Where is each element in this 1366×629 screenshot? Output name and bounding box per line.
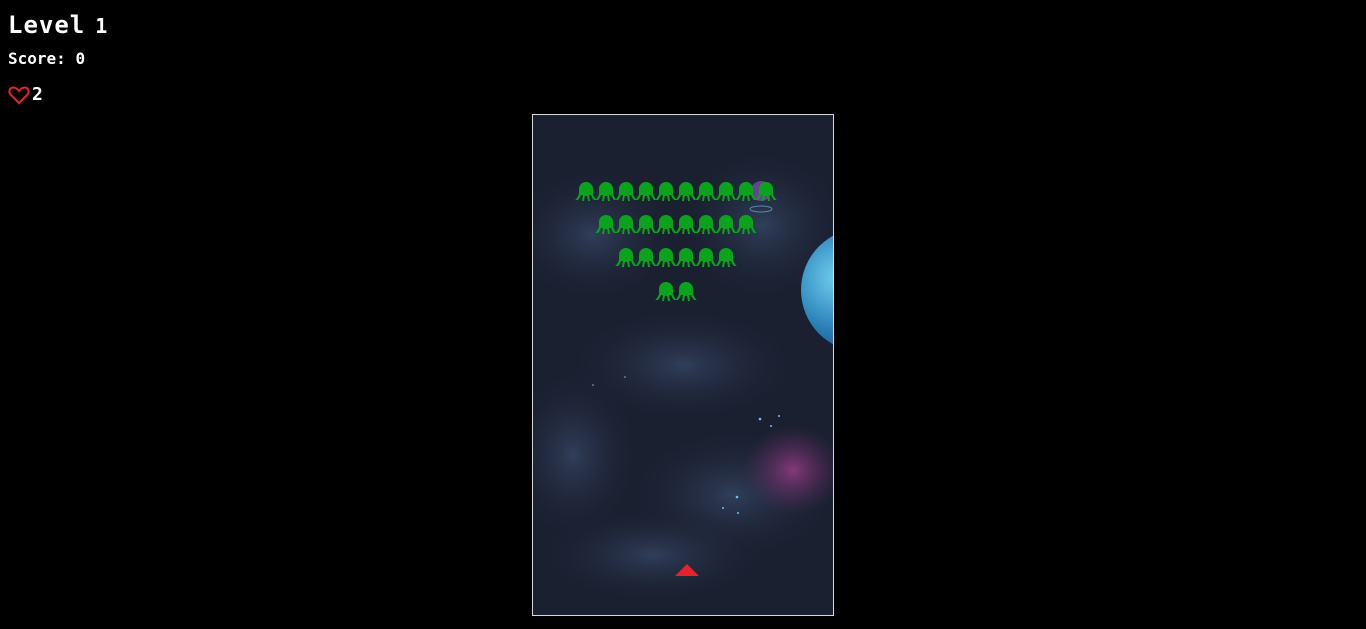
alien-enemy [675,281,697,303]
alien-enemy [595,181,617,203]
hud: Level 1 Score: 0 2 [8,10,108,105]
alien-enemy [615,247,637,269]
alien-enemy [675,247,697,269]
alien-enemy [675,181,697,203]
alien-enemy [655,181,677,203]
game-canvas[interactable] [532,114,834,616]
alien-enemy [655,281,677,303]
alien-enemy [695,214,717,236]
alien-enemy [635,247,657,269]
level-display: Level 1 [8,10,108,41]
alien-enemy [575,181,597,203]
heart-outline-icon [8,86,30,105]
alien-enemy [655,247,677,269]
score-label: Score: [8,49,66,68]
level-value: 1 [95,14,109,38]
alien-enemy [635,181,657,203]
alien-enemy [715,247,737,269]
alien-enemy [755,181,777,203]
lives-value: 2 [32,84,43,105]
alien-enemy [695,181,717,203]
alien-enemy [655,214,677,236]
score-display: Score: 0 [8,49,108,69]
alien-enemy [595,214,617,236]
alien-enemy [675,214,697,236]
level-label: Level [8,11,86,39]
alien-enemy [695,247,717,269]
alien-enemy [735,181,757,203]
player-ship[interactable] [674,563,700,577]
lives-display: 2 [8,85,108,105]
alien-enemy [715,181,737,203]
score-value: 0 [75,49,86,68]
alien-enemy [735,214,757,236]
alien-enemy [635,214,657,236]
alien-enemy [615,214,637,236]
alien-enemy [715,214,737,236]
alien-enemy [615,181,637,203]
